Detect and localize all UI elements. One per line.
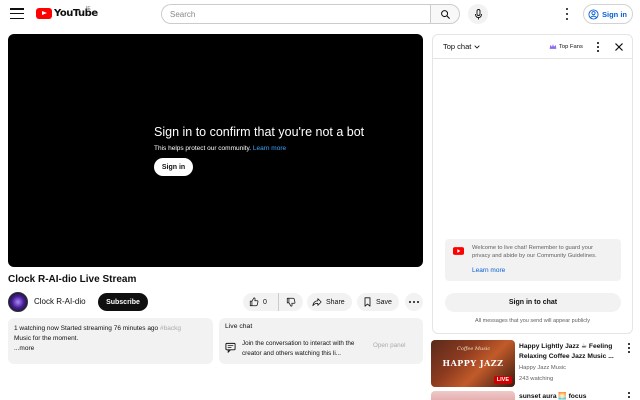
search-icon: [440, 9, 450, 19]
more-actions-button[interactable]: [405, 293, 423, 311]
settings-more-icon[interactable]: [561, 7, 573, 21]
thumbs-down-icon: [286, 297, 296, 307]
bot-check-text: This helps protect our community.: [154, 145, 252, 152]
live-chat-card-title: Live chat: [225, 323, 253, 330]
recommendation-views: 243 watching: [519, 376, 554, 382]
recommendation-item[interactable]: Coffee Music HAPPY JAZZ LIVE Happy Light…: [431, 340, 633, 388]
live-badge: LIVE: [493, 376, 512, 384]
description-more-link[interactable]: ...more: [14, 344, 207, 354]
youtube-icon: [453, 247, 464, 255]
subscribe-button[interactable]: Subscribe: [98, 293, 148, 311]
top-chat-dropdown[interactable]: Top chat: [443, 42, 481, 51]
search-input[interactable]: Search: [161, 4, 430, 24]
chat-public-note: All messages that you send will appear p…: [475, 318, 590, 324]
masthead: YouTube IE Search Sign in: [0, 0, 640, 28]
recommendation-title[interactable]: Happy Lightly Jazz ☕ Feeling Relaxing Co…: [519, 342, 619, 362]
welcome-text: Welcome to live chat! Remember to guard …: [472, 245, 597, 259]
description-stats: 1 watching now Started streaming 76 minu…: [14, 324, 207, 334]
signin-button[interactable]: Sign in: [583, 4, 633, 24]
live-chat-panel: Top chat Top Fans Welcome to live chat! …: [432, 34, 633, 334]
chevron-down-icon: [474, 44, 480, 49]
live-chat-card[interactable]: Live chat Join the conversation to inter…: [219, 318, 423, 364]
live-chat-card-message: Join the conversation to interact with t…: [242, 340, 355, 357]
channel-name[interactable]: Clock R-AI-dio: [34, 297, 86, 306]
recommendation-title[interactable]: sunset aura 🌅 focus: [519, 392, 586, 400]
thumbnail-caption: HAPPY JAZZ: [442, 358, 504, 368]
chat-more-icon[interactable]: [595, 41, 601, 53]
top-fans-label: Top Fans: [559, 43, 583, 50]
chat-welcome-message: Welcome to live chat! Remember to guard …: [445, 239, 621, 281]
learn-more-link[interactable]: Learn more: [253, 145, 286, 152]
bot-check-subtitle: This helps protect our community. Learn …: [154, 145, 286, 152]
logo-text: YouTube: [54, 8, 98, 19]
video-title: Clock R-AI-dio Live Stream: [8, 274, 137, 285]
chat-header: Top chat Top Fans: [433, 35, 632, 59]
signin-to-chat-button[interactable]: Sign in to chat: [445, 293, 621, 312]
recommendation-channel[interactable]: Happy Jazz Music: [519, 365, 566, 371]
dislike-button[interactable]: [279, 293, 303, 311]
top-fans-button[interactable]: Top Fans: [549, 43, 583, 50]
bot-check-title: Sign in to confirm that you're not a bot: [154, 125, 365, 139]
recommendation-item[interactable]: sunset aura 🌅 focus: [431, 391, 633, 400]
top-chat-label: Top chat: [443, 42, 472, 51]
share-label: Share: [326, 298, 345, 306]
like-dislike-group: 0: [243, 293, 303, 311]
thumbs-up-icon: [249, 297, 259, 307]
like-button[interactable]: 0: [243, 293, 279, 311]
youtube-play-icon: [36, 8, 52, 19]
thumbnail-subcaption: Coffee Music: [457, 346, 491, 352]
menu-icon[interactable]: [10, 8, 24, 20]
hashtag[interactable]: #backg: [160, 325, 181, 332]
save-button[interactable]: Save: [357, 293, 399, 311]
logo-region: IE: [86, 6, 91, 12]
live-badge-text: LIVE: [496, 377, 509, 383]
description-box[interactable]: 1 watching now Started streaming 76 minu…: [8, 318, 213, 364]
player-signin-button[interactable]: Sign in: [154, 158, 193, 176]
recommendation-thumbnail[interactable]: Coffee Music HAPPY JAZZ LIVE: [431, 340, 515, 387]
welcome-learn-more-link[interactable]: Learn more: [472, 267, 505, 274]
recommendation-thumbnail[interactable]: [431, 391, 515, 400]
stats-text: 1 watching now Started streaming 76 minu…: [14, 325, 159, 332]
chat-bubble-icon: [225, 342, 236, 353]
account-icon: [588, 8, 599, 20]
description-text: Music for the moment.: [14, 335, 79, 342]
crown-icon: [549, 44, 557, 49]
close-icon[interactable]: [613, 41, 625, 53]
share-button[interactable]: Share: [307, 293, 352, 311]
share-icon: [312, 298, 322, 307]
video-player[interactable]: Sign in to confirm that you're not a bot…: [8, 34, 423, 267]
bookmark-icon: [364, 297, 371, 307]
voice-search-button[interactable]: [468, 4, 488, 24]
open-panel-button[interactable]: Open panel: [373, 342, 406, 349]
recommendation-more-icon[interactable]: [626, 391, 632, 400]
save-label: Save: [376, 298, 392, 306]
microphone-icon: [474, 8, 482, 19]
channel-avatar[interactable]: [8, 292, 28, 312]
recommendation-more-icon[interactable]: [626, 342, 632, 354]
like-count: 0: [263, 298, 267, 306]
signin-label: Sign in: [602, 9, 627, 19]
search-button[interactable]: [430, 4, 460, 24]
